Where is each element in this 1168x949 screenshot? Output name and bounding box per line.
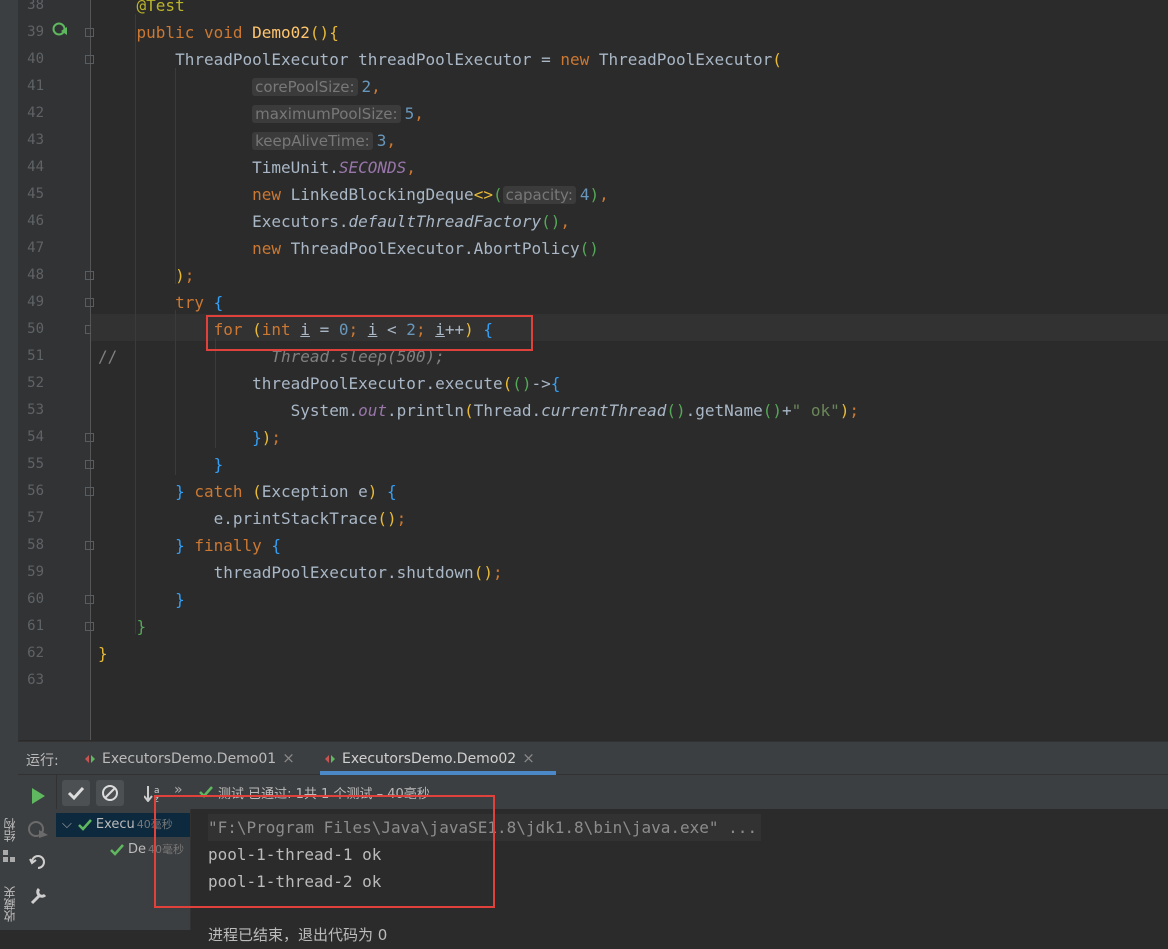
- code-line[interactable]: ThreadPoolExecutor threadPoolExecutor = …: [91, 46, 1168, 73]
- test-passed-icon: [199, 786, 213, 798]
- tab-close-icon[interactable]: ×: [282, 749, 295, 767]
- code-line[interactable]: }: [91, 613, 1168, 640]
- code-line[interactable]: });: [91, 424, 1168, 451]
- code-line[interactable]: try {: [91, 289, 1168, 316]
- line-number: 55: [27, 456, 44, 472]
- show-passed-button[interactable]: [62, 780, 90, 806]
- line-number: 45: [27, 186, 44, 202]
- tab-label: ExecutorsDemo.Demo01: [102, 751, 277, 767]
- test-results-tree: ⌵ Execu 40毫秒 De 40毫秒: [56, 809, 191, 930]
- code-line[interactable]: new ThreadPoolExecutor.AbortPolicy(): [91, 235, 1168, 262]
- tab-executors-demo01[interactable]: ExecutorsDemo.Demo01 ×: [84, 742, 295, 775]
- favorites-tab-label[interactable]: 收藏夹: [1, 886, 18, 922]
- more-chevron[interactable]: »: [174, 782, 183, 798]
- console-output[interactable]: "F:\Program Files\Java\javaSE1.8\jdk1.8\…: [191, 809, 1168, 944]
- line-number: 57: [27, 510, 44, 526]
- line-number: 62: [27, 645, 44, 661]
- code-line[interactable]: @Test: [91, 0, 1168, 19]
- run-test-gutter-icon[interactable]: [52, 21, 68, 37]
- code-line[interactable]: threadPoolExecutor.shutdown();: [91, 559, 1168, 586]
- line-number: 49: [27, 294, 44, 310]
- run-side-tools: [18, 775, 57, 930]
- code-line[interactable]: [91, 667, 1168, 694]
- sort-alphabetically-icon[interactable]: a z: [144, 784, 162, 802]
- line-number: 60: [27, 591, 44, 607]
- console-output-line: pool-1-thread-2 ok: [208, 872, 382, 891]
- code-line[interactable]: );: [91, 262, 1168, 289]
- rerun-failed-icon[interactable]: [27, 819, 49, 839]
- test-class-icon: [85, 755, 95, 763]
- line-number: 51: [27, 348, 44, 364]
- show-ignored-button[interactable]: [96, 780, 124, 806]
- code-line[interactable]: e.printStackTrace();: [91, 505, 1168, 532]
- line-number: 48: [27, 267, 44, 283]
- code-line[interactable]: // Thread.sleep(500);: [91, 343, 1168, 370]
- settings-wrench-icon[interactable]: [28, 886, 48, 906]
- code-line[interactable]: Executors.defaultThreadFactory(),: [91, 208, 1168, 235]
- code-line[interactable]: keepAliveTime: 3,: [91, 127, 1168, 154]
- line-number: 58: [27, 537, 44, 553]
- line-number: 39: [27, 24, 44, 40]
- expand-chevron-icon[interactable]: ⌵: [62, 817, 72, 832]
- line-number: 40: [27, 51, 44, 67]
- tree-node-demo02[interactable]: De 40毫秒: [110, 838, 190, 862]
- tab-label: ExecutorsDemo.Demo02: [342, 751, 517, 767]
- code-line[interactable]: } finally {: [91, 532, 1168, 559]
- line-number: 44: [27, 159, 44, 175]
- line-number: 63: [27, 672, 44, 688]
- line-number: 47: [27, 240, 44, 256]
- code-line[interactable]: TimeUnit.SECONDS,: [91, 154, 1168, 181]
- code-line[interactable]: corePoolSize: 2,: [91, 73, 1168, 100]
- tree-node-executors-demo[interactable]: ⌵ Execu 40毫秒: [56, 813, 190, 837]
- code-line[interactable]: threadPoolExecutor.execute(()->{: [91, 370, 1168, 397]
- tab-close-icon[interactable]: ×: [522, 749, 535, 767]
- passed-check-icon: [77, 818, 92, 831]
- test-status-text: 测试 已通过: 1共 1 个测试 – 40毫秒: [218, 787, 430, 802]
- tree-node-label: De: [128, 842, 147, 857]
- code-line[interactable]: maximumPoolSize: 5,: [91, 100, 1168, 127]
- tree-node-time: 40毫秒: [148, 843, 185, 856]
- line-number: 42: [27, 105, 44, 121]
- toggle-auto-test-icon[interactable]: [28, 852, 48, 872]
- left-tool-strip: 结构 收藏夹: [0, 0, 19, 930]
- line-number: 46: [27, 213, 44, 229]
- line-number: 50: [27, 321, 44, 337]
- console-command-line: "F:\Program Files\Java\javaSE1.8\jdk1.8\…: [208, 814, 762, 841]
- console-output-line: pool-1-thread-1 ok: [208, 845, 382, 864]
- test-class-icon: [325, 755, 335, 763]
- code-line[interactable]: }: [91, 640, 1168, 667]
- check-icon: [67, 786, 85, 801]
- line-number: 38: [27, 0, 44, 13]
- run-tab-bar: 运行: ExecutorsDemo.Demo01 × ExecutorsDemo.…: [18, 741, 1168, 775]
- structure-icon[interactable]: [3, 850, 15, 862]
- structure-tab-label[interactable]: 结构: [1, 818, 18, 842]
- line-number: 52: [27, 375, 44, 391]
- console-exit-line: 进程已结束，退出代码为 0: [208, 926, 388, 944]
- code-line[interactable]: new LinkedBlockingDeque<>(capacity: 4),: [91, 181, 1168, 208]
- code-editor[interactable]: @Test public void Demo02(){ ThreadPoolEx…: [91, 0, 1168, 740]
- line-number: 43: [27, 132, 44, 148]
- line-number: 41: [27, 78, 44, 94]
- line-number: 59: [27, 564, 44, 580]
- svg-text:z: z: [154, 795, 159, 802]
- line-number: 54: [27, 429, 44, 445]
- code-line[interactable]: for (int i = 0; i < 2; i++) {: [91, 316, 1168, 343]
- line-number: 53: [27, 402, 44, 418]
- run-toolbar: a z » 测试 已通过: 1共 1 个测试 – 40毫秒: [18, 775, 1168, 809]
- code-line[interactable]: System.out.println(Thread.currentThread(…: [91, 397, 1168, 424]
- line-number: 61: [27, 618, 44, 634]
- code-line[interactable]: }: [91, 451, 1168, 478]
- line-number: 56: [27, 483, 44, 499]
- ignore-icon: [102, 785, 118, 801]
- code-line[interactable]: } catch (Exception e) {: [91, 478, 1168, 505]
- code-line[interactable]: public void Demo02(){: [91, 19, 1168, 46]
- passed-check-icon: [110, 843, 124, 856]
- rerun-icon[interactable]: [30, 787, 46, 805]
- tree-node-label: Execu: [95, 817, 135, 832]
- code-line[interactable]: }: [91, 586, 1168, 613]
- tree-node-time: 40毫秒: [136, 818, 173, 831]
- run-label: 运行:: [26, 753, 59, 769]
